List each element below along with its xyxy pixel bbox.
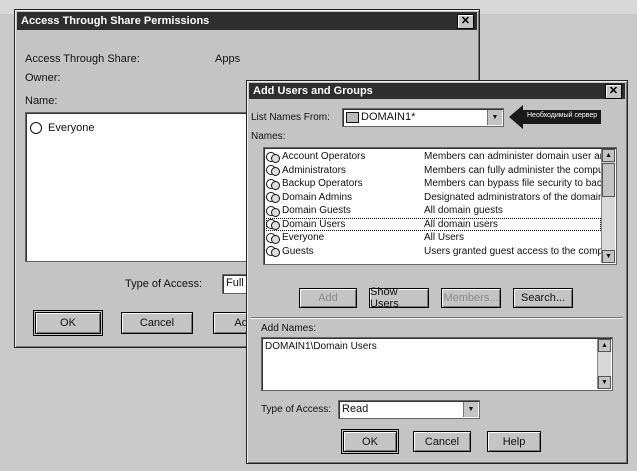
callout-label: Необходимый сервер: [527, 112, 598, 119]
show-users-label: Show Users: [370, 286, 399, 310]
table-row[interactable]: Domain Guests All domain guests: [266, 204, 601, 218]
add-users-and-groups-dialog: Add Users and Groups ✕ List Names From: …: [246, 80, 628, 464]
table-row[interactable]: Everyone All Users: [266, 231, 601, 245]
add-names-value: DOMAIN1\Domain Users: [265, 341, 377, 352]
chevron-down-icon[interactable]: ▼: [463, 402, 478, 417]
list-names-from-combo[interactable]: DOMAIN1* ▼: [342, 108, 504, 127]
search-button[interactable]: Search...: [513, 288, 573, 308]
chevron-down-icon[interactable]: ▼: [487, 110, 502, 125]
names-scrollbar[interactable]: ▲ ▼: [601, 149, 615, 263]
group-name: Backup Operators: [282, 178, 363, 190]
group-name: Guests: [282, 245, 314, 257]
table-row[interactable]: Account Operators Members can administer…: [266, 150, 601, 164]
share-ok-button[interactable]: OK: [33, 310, 103, 336]
group-icon: [266, 218, 280, 231]
group-icon: [266, 178, 280, 190]
group-name: Everyone: [282, 232, 325, 244]
globe-icon: [30, 122, 42, 134]
add-type-of-access-combo[interactable]: Read ▼: [338, 400, 480, 419]
close-icon: ✕: [460, 15, 471, 27]
help-label: Help: [502, 435, 526, 448]
add-cancel-button[interactable]: Cancel: [413, 431, 471, 452]
table-row[interactable]: Guests Users granted guest access to the…: [266, 245, 601, 259]
add-names-scrollbar[interactable]: ▲ ▼: [597, 339, 611, 389]
share-names-list[interactable]: Everyone: [25, 112, 249, 262]
group-icon: [266, 245, 280, 258]
share-ok-label: OK: [60, 317, 76, 329]
access-through-share-label: Access Through Share:: [25, 53, 140, 65]
group-name: Administrators: [282, 164, 346, 176]
group-name: Domain Users: [282, 218, 346, 230]
share-dialog-close-button[interactable]: ✕: [457, 14, 474, 29]
group-description: Members can fully administer the comput: [424, 164, 601, 176]
add-button[interactable]: Add: [299, 288, 357, 308]
list-item-label: Everyone: [48, 122, 95, 134]
names-label: Names:: [251, 131, 286, 142]
members-button[interactable]: Members...: [441, 288, 501, 308]
group-icon: [266, 164, 280, 177]
share-cancel-button[interactable]: Cancel: [121, 312, 193, 334]
show-users-button[interactable]: Show Users: [369, 286, 429, 310]
members-label: Members...: [443, 292, 499, 304]
add-names-label: Add Names:: [261, 323, 317, 334]
owner-label: Owner:: [25, 72, 61, 84]
scroll-thumb[interactable]: [602, 163, 615, 197]
scroll-down-icon[interactable]: ▼: [602, 250, 615, 263]
add-type-of-access-label: Type of Access:: [261, 404, 332, 415]
add-ok-label: OK: [362, 435, 378, 448]
table-row-selected[interactable]: Domain Users All domain users: [266, 217, 601, 231]
share-dialog-title: Access Through Share Permissions: [21, 15, 210, 27]
scroll-down-icon[interactable]: ▼: [598, 376, 611, 389]
group-icon: [266, 151, 280, 163]
add-ok-button[interactable]: OK: [341, 429, 399, 454]
group-icon: [266, 191, 280, 204]
group-name: Domain Admins: [282, 191, 353, 203]
scroll-up-icon[interactable]: ▲: [602, 149, 615, 162]
group-description: Members can administer domain user an: [424, 151, 601, 163]
computer-icon: [346, 112, 359, 123]
scroll-up-icon[interactable]: ▲: [598, 339, 611, 352]
access-through-share-value: Apps: [215, 53, 241, 65]
group-icon: [266, 205, 280, 217]
share-type-of-access-label: Type of Access:: [125, 278, 203, 290]
group-description: Users granted guest access to the comp: [424, 245, 601, 257]
share-type-of-access-value: Full: [226, 277, 244, 289]
add-dialog-titlebar: Add Users and Groups ✕: [249, 83, 625, 99]
help-button[interactable]: Help: [487, 431, 541, 452]
share-cancel-label: Cancel: [139, 317, 175, 329]
group-description: Designated administrators of the domain: [424, 191, 601, 203]
list-names-from-value: DOMAIN1*: [361, 111, 416, 123]
close-icon: ✕: [608, 85, 619, 97]
search-label: Search...: [520, 292, 566, 304]
add-dialog-close-button[interactable]: ✕: [605, 84, 622, 99]
globe-icon: [266, 232, 280, 244]
table-row[interactable]: Backup Operators Members can bypass file…: [266, 177, 601, 191]
add-type-of-access-value: Read: [342, 403, 369, 415]
add-cancel-label: Cancel: [424, 435, 460, 448]
add-dialog-title: Add Users and Groups: [253, 85, 373, 97]
share-dialog-titlebar: Access Through Share Permissions ✕: [17, 12, 477, 30]
table-row[interactable]: Domain Admins Designated administrators …: [266, 191, 601, 205]
list-item[interactable]: Everyone: [30, 121, 94, 135]
names-list[interactable]: Account Operators Members can administer…: [263, 147, 617, 265]
group-description: All domain guests: [424, 205, 503, 217]
group-description: All Users: [424, 232, 465, 244]
group-name: Domain Guests: [282, 205, 351, 217]
add-names-textbox[interactable]: DOMAIN1\Domain Users ▲ ▼: [261, 337, 613, 391]
group-description: All domain users: [424, 218, 498, 230]
table-row[interactable]: Administrators Members can fully adminis…: [266, 164, 601, 178]
divider: [251, 317, 623, 319]
list-names-from-label: List Names From:: [251, 112, 330, 123]
group-description: Members can bypass file security to back: [424, 178, 601, 190]
add-button-label: Add: [318, 292, 338, 304]
group-name: Account Operators: [282, 151, 366, 163]
name-label: Name:: [25, 95, 58, 107]
